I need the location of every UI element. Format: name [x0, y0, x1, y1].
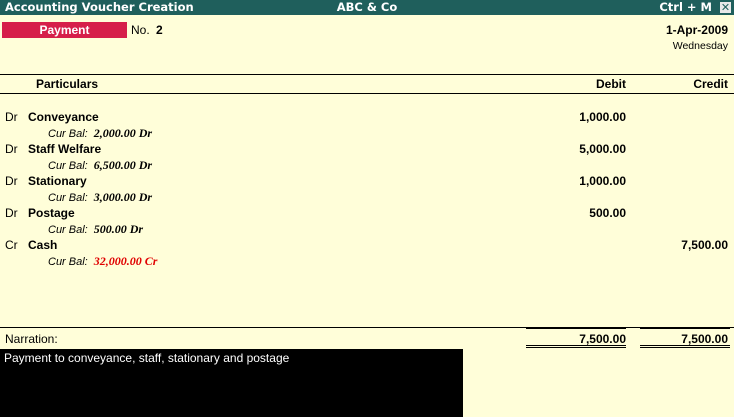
current-balance-value: 3,000.00 Dr — [93, 190, 153, 204]
entry-credit[interactable]: 7,500.00 — [681, 238, 728, 252]
entry-row[interactable]: Dr Postage 500.00 — [0, 206, 734, 221]
entry-row[interactable]: Dr Stationary 1,000.00 — [0, 174, 734, 189]
debit-total-double-rule-1 — [526, 345, 626, 346]
header-bottom-divider — [0, 93, 734, 94]
credit-total-double-rule-2 — [640, 347, 730, 348]
credit-total-rule — [640, 328, 730, 329]
title-bar: Accounting Voucher Creation ABC & Co Ctr… — [0, 0, 734, 15]
entry-debit[interactable]: 5,000.00 — [579, 142, 626, 156]
current-balance: Cur Bal: 3,000.00 Dr — [48, 190, 152, 204]
voucher-type-button[interactable]: Payment — [2, 22, 127, 38]
column-header-debit: Debit — [596, 77, 626, 91]
current-balance-label: Cur Bal: — [48, 192, 88, 204]
entry-ledger[interactable]: Staff Welfare — [28, 142, 101, 156]
entry-row[interactable]: Dr Conveyance 1,000.00 — [0, 110, 734, 125]
entry-ledger[interactable]: Conveyance — [28, 110, 99, 124]
shortcut-hint: Ctrl + M — [659, 0, 712, 14]
current-balance: Cur Bal: 500.00 Dr — [48, 222, 143, 236]
entry-ledger[interactable]: Cash — [28, 238, 57, 252]
current-balance-label: Cur Bal: — [48, 224, 88, 236]
voucher-day: Wednesday — [672, 40, 728, 52]
total-credit: 7,500.00 — [681, 332, 728, 346]
column-header-credit: Credit — [693, 77, 728, 91]
entry-ledger[interactable]: Postage — [28, 206, 75, 220]
narration-text: Payment to conveyance, staff, stationary… — [4, 351, 290, 365]
voucher-date[interactable]: 1-Apr-2009 — [666, 23, 728, 37]
total-debit: 7,500.00 — [579, 332, 626, 346]
current-balance-label: Cur Bal: — [48, 160, 88, 172]
debit-total-double-rule-2 — [526, 347, 626, 348]
entry-drcr[interactable]: Dr — [5, 142, 18, 156]
entry-debit[interactable]: 500.00 — [589, 206, 626, 220]
current-balance-value: 500.00 Dr — [93, 222, 144, 236]
current-balance: Cur Bal: 6,500.00 Dr — [48, 158, 152, 172]
entry-drcr[interactable]: Dr — [5, 110, 18, 124]
entry-row[interactable]: Cr Cash 7,500.00 — [0, 238, 734, 253]
close-icon[interactable]: ✕ — [720, 2, 731, 13]
current-balance: Cur Bal: 2,000.00 Dr — [48, 126, 152, 140]
entry-drcr[interactable]: Dr — [5, 206, 18, 220]
entry-drcr[interactable]: Dr — [5, 174, 18, 188]
entry-row[interactable]: Dr Staff Welfare 5,000.00 — [0, 142, 734, 157]
column-header-particulars: Particulars — [36, 77, 99, 91]
entry-drcr[interactable]: Cr — [5, 238, 18, 252]
current-balance-value: 6,500.00 Dr — [93, 158, 153, 172]
narration-input[interactable]: Payment to conveyance, staff, stationary… — [0, 349, 463, 417]
current-balance-label: Cur Bal: — [48, 256, 88, 268]
narration-label: Narration: — [5, 332, 58, 346]
header-top-divider — [0, 74, 734, 75]
entry-debit[interactable]: 1,000.00 — [579, 110, 626, 124]
current-balance-value: 32,000.00 Cr — [93, 254, 158, 268]
current-balance-value: 2,000.00 Dr — [93, 126, 153, 140]
current-balance-label: Cur Bal: — [48, 128, 88, 140]
voucher-number-value[interactable]: 2 — [156, 23, 163, 37]
debit-total-rule — [526, 328, 626, 329]
entry-debit[interactable]: 1,000.00 — [579, 174, 626, 188]
company-name: ABC & Co — [336, 0, 398, 14]
voucher-number-label: No. — [131, 23, 150, 37]
current-balance: Cur Bal: 32,000.00 Cr — [48, 254, 157, 268]
entry-ledger[interactable]: Stationary — [28, 174, 87, 188]
credit-total-double-rule-1 — [640, 345, 730, 346]
